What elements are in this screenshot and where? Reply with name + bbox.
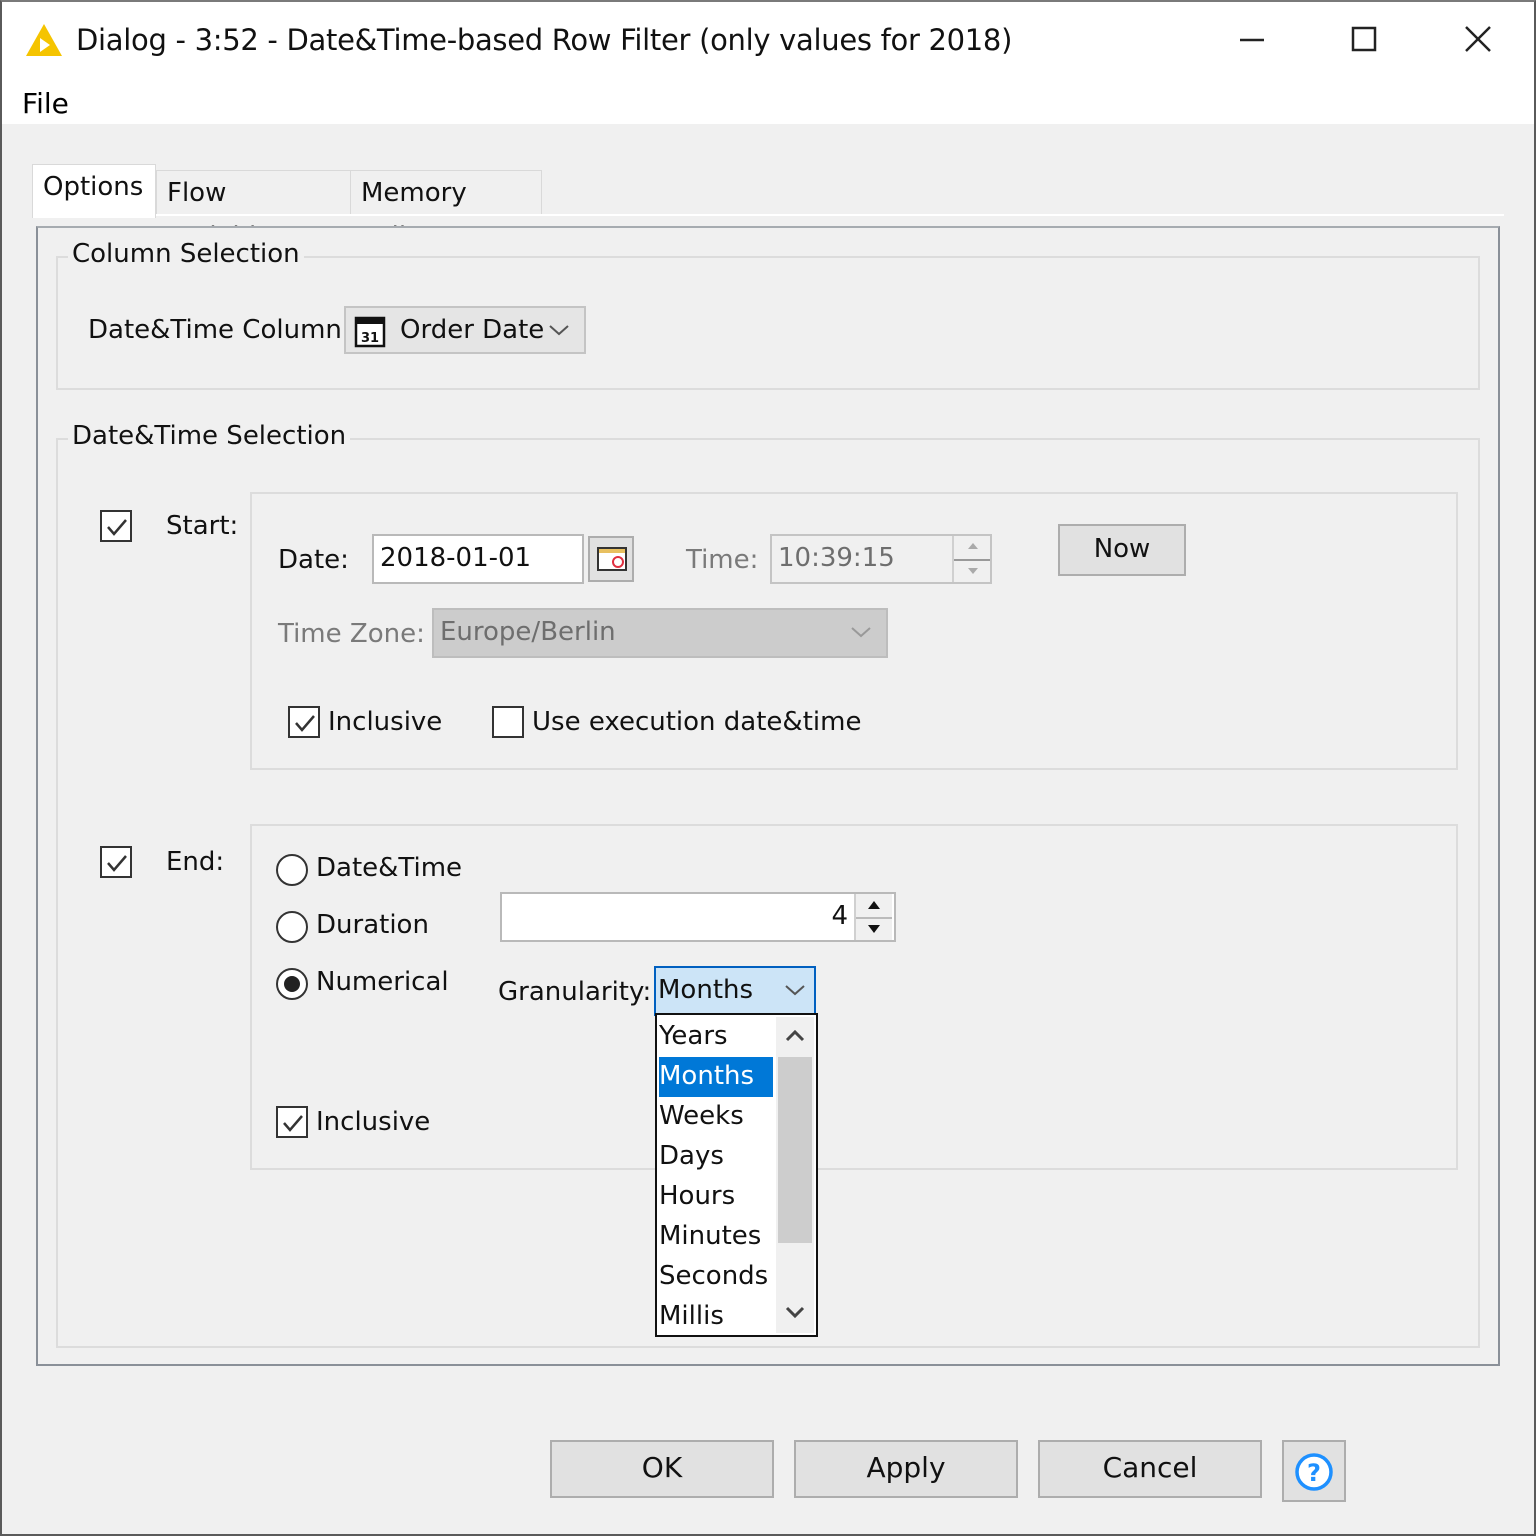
- timezone-value: Europe/Berlin: [440, 617, 616, 647]
- end-label: End:: [166, 847, 225, 877]
- timezone-select[interactable]: Europe/Berlin: [432, 608, 888, 658]
- start-inclusive-checkbox[interactable]: [288, 706, 320, 738]
- option-weeks[interactable]: Weeks: [659, 1097, 773, 1137]
- calendar-31-icon: 31: [354, 316, 386, 352]
- caret-down-icon: [968, 568, 978, 574]
- granularity-dropdown-list: Years Months Weeks Days Hours Minutes Se…: [655, 1013, 818, 1337]
- radio-datetime[interactable]: [276, 854, 308, 886]
- datetime-column-select[interactable]: 31 Order Date: [344, 306, 586, 354]
- chevron-down-icon: [850, 624, 872, 643]
- datetime-selection-title: Date&Time Selection: [68, 418, 351, 454]
- granularity-label: Granularity:: [498, 977, 652, 1007]
- time-spin-down[interactable]: [954, 559, 990, 582]
- checkmark-icon: [107, 855, 127, 872]
- cancel-button[interactable]: Cancel: [1038, 1440, 1262, 1498]
- maximize-button[interactable]: [1334, 14, 1394, 64]
- granularity-select[interactable]: Months: [654, 966, 816, 1016]
- close-button[interactable]: [1448, 14, 1508, 64]
- start-label: Start:: [166, 511, 239, 541]
- help-question-icon: ?: [1295, 1453, 1333, 1491]
- option-seconds[interactable]: Seconds: [659, 1257, 773, 1297]
- end-inclusive-checkbox[interactable]: [276, 1106, 308, 1138]
- granularity-value: Months: [658, 975, 754, 1005]
- menu-file[interactable]: File: [22, 84, 69, 124]
- end-inclusive-label: Inclusive: [316, 1107, 431, 1137]
- window-title: Dialog - 3:52 - Date&Time-based Row Filt…: [76, 23, 1013, 57]
- dialog-window: Dialog - 3:52 - Date&Time-based Row Filt…: [0, 0, 1536, 1536]
- numerical-spin-up[interactable]: [856, 894, 892, 917]
- date-picker-button[interactable]: [588, 536, 634, 582]
- numerical-spinner[interactable]: [854, 894, 892, 940]
- time-label: Time:: [686, 545, 759, 575]
- calendar-picker-icon: [597, 547, 627, 571]
- radio-duration[interactable]: [276, 911, 308, 943]
- tab-flow-variables[interactable]: Flow Variables: [156, 170, 352, 252]
- option-minutes[interactable]: Minutes: [659, 1217, 773, 1257]
- option-days[interactable]: Days: [659, 1137, 773, 1177]
- option-months[interactable]: Months: [659, 1057, 773, 1097]
- time-spin-up[interactable]: [954, 536, 990, 559]
- radio-numerical-label: Numerical: [316, 967, 449, 997]
- timezone-label: Time Zone:: [278, 619, 425, 649]
- end-panel: Date&Time Duration Numerical 4 Granulari…: [250, 824, 1458, 1170]
- help-button[interactable]: ?: [1282, 1440, 1346, 1502]
- datetime-column-label: Date&Time Column:: [88, 315, 351, 345]
- numerical-value-input[interactable]: 4: [500, 892, 896, 942]
- option-hours[interactable]: Hours: [659, 1177, 773, 1217]
- chevron-down-icon: [548, 322, 570, 341]
- apply-button[interactable]: Apply: [794, 1440, 1018, 1498]
- time-spinner[interactable]: [952, 536, 990, 582]
- option-years[interactable]: Years: [659, 1017, 773, 1057]
- start-checkbox[interactable]: [100, 510, 132, 542]
- start-inclusive-label: Inclusive: [328, 707, 443, 737]
- chevron-up-icon: [785, 1029, 805, 1042]
- checkmark-icon: [295, 715, 315, 732]
- checkmark-icon: [107, 519, 127, 536]
- chevron-down-icon: [784, 982, 806, 1001]
- minimize-button[interactable]: [1222, 14, 1282, 64]
- date-label: Date:: [278, 545, 349, 575]
- minimize-icon: [1240, 38, 1264, 42]
- start-date-input[interactable]: 2018-01-01: [372, 534, 584, 584]
- caret-up-icon: [868, 901, 880, 909]
- tab-options[interactable]: Options: [32, 164, 156, 218]
- ok-button[interactable]: OK: [550, 1440, 774, 1498]
- checkmark-icon: [283, 1115, 303, 1132]
- use-execution-label: Use execution date&time: [532, 707, 862, 737]
- radio-datetime-label: Date&Time: [316, 853, 463, 883]
- start-panel: Date: 2018-01-01 Time: 10:39:15 Now Time…: [250, 492, 1458, 770]
- title-bar: Dialog - 3:52 - Date&Time-based Row Filt…: [2, 2, 1534, 80]
- scroll-thumb[interactable]: [778, 1057, 812, 1243]
- option-millis[interactable]: Millis: [659, 1297, 773, 1337]
- menu-bar: File: [2, 80, 1534, 124]
- column-selection-title: Column Selection: [68, 236, 304, 272]
- knime-triangle-icon: [24, 22, 64, 58]
- svg-text:31: 31: [361, 331, 379, 346]
- numerical-spin-down[interactable]: [856, 917, 892, 940]
- caret-down-icon: [868, 925, 880, 933]
- tab-memory-policy[interactable]: Memory Policy: [350, 170, 542, 252]
- column-selection-group: Column Selection Date&Time Column: 31 Or…: [56, 236, 1480, 390]
- now-button[interactable]: Now: [1058, 524, 1186, 576]
- radio-numerical[interactable]: [276, 968, 308, 1000]
- scroll-down-button[interactable]: [776, 1295, 814, 1333]
- maximize-icon: [1351, 26, 1377, 52]
- end-checkbox[interactable]: [100, 846, 132, 878]
- svg-text:?: ?: [1307, 1459, 1321, 1487]
- scroll-up-button[interactable]: [776, 1019, 814, 1057]
- use-execution-checkbox[interactable]: [492, 706, 524, 738]
- chevron-down-icon: [785, 1306, 805, 1319]
- caret-up-icon: [968, 543, 978, 549]
- radio-duration-label: Duration: [316, 910, 429, 940]
- dropdown-scrollbar[interactable]: [776, 1017, 814, 1333]
- datetime-column-value: Order Date: [400, 315, 545, 345]
- close-icon: [1465, 26, 1491, 52]
